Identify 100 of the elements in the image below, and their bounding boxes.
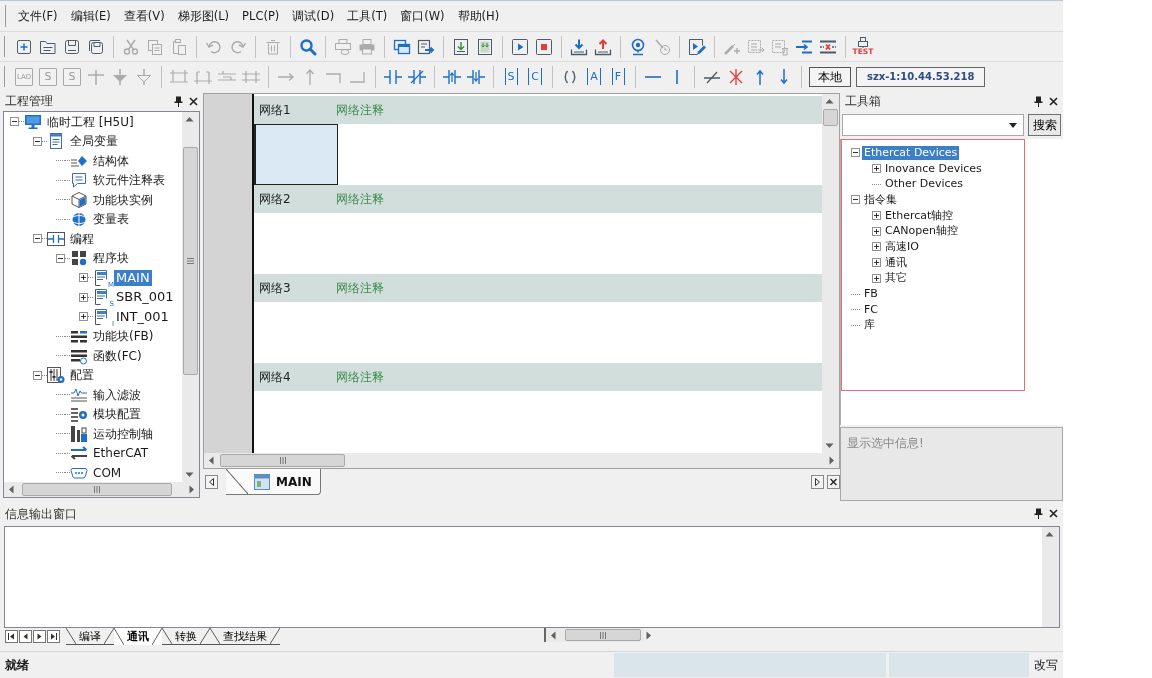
scrollbar-thumb[interactable] — [183, 147, 198, 375]
plus-box-icon[interactable] — [79, 312, 88, 322]
tree-item[interactable]: 通讯 — [883, 255, 909, 270]
plus-box-icon[interactable] — [79, 273, 88, 283]
tree-item[interactable]: 程序块 — [91, 250, 131, 267]
tree-item[interactable]: Ethercat Devices — [862, 145, 960, 160]
vertical-scrollbar[interactable] — [822, 94, 839, 453]
output-tab[interactable]: 通讯 — [114, 628, 162, 645]
tree-item[interactable]: 编程 — [68, 230, 96, 247]
tree-item[interactable]: 指令集 — [862, 192, 899, 207]
vertical-scrollbar[interactable] — [1042, 527, 1059, 627]
search-icon[interactable] — [299, 37, 317, 56]
scrollbar-thumb[interactable] — [22, 483, 172, 496]
minus-box-icon[interactable] — [10, 117, 19, 127]
tree-item[interactable]: SBR_001 — [114, 289, 176, 306]
close-tab-icon[interactable] — [827, 475, 840, 489]
floppy-icon[interactable] — [63, 37, 81, 56]
menu-item[interactable]: 查看(V) — [118, 7, 170, 25]
minus-box-icon[interactable] — [33, 370, 42, 380]
minus-box-icon[interactable] — [56, 253, 65, 263]
menu-item[interactable]: 工具(T) — [342, 7, 393, 25]
minus-box-icon[interactable] — [851, 195, 860, 205]
minus-box-icon[interactable] — [33, 136, 42, 146]
previous-icon[interactable] — [19, 630, 32, 643]
first-page-icon[interactable] — [5, 630, 18, 643]
window-arrow-icon[interactable] — [417, 37, 435, 56]
stop-icon[interactable] — [535, 37, 553, 56]
plus-box-icon[interactable] — [872, 273, 881, 283]
plus-box-icon[interactable] — [872, 258, 881, 268]
tree-item[interactable]: 变量表 — [91, 211, 131, 228]
tree-item[interactable]: Ethercat轴控 — [883, 208, 956, 223]
tree-item[interactable]: FC — [862, 302, 880, 317]
instruction-button[interactable]: C — [528, 68, 542, 85]
horizontal-scrollbar[interactable] — [204, 453, 839, 468]
new-file-icon[interactable] — [15, 37, 33, 56]
toolbox-search-field[interactable] — [842, 114, 1025, 136]
download-icon[interactable] — [570, 37, 588, 56]
upload-icon[interactable] — [594, 37, 612, 56]
menu-item[interactable]: 窗口(W) — [395, 7, 450, 25]
play-pencil-icon[interactable] — [688, 37, 706, 56]
plus-box-icon[interactable] — [872, 164, 881, 174]
tree-item[interactable]: 软元件注释表 — [91, 172, 167, 189]
tree-item[interactable]: 运动控制轴 — [91, 425, 155, 442]
pin-icon[interactable] — [174, 95, 183, 107]
tree-item[interactable]: 高速IO — [883, 239, 921, 254]
menu-item[interactable]: PLC(P) — [237, 7, 285, 25]
tree-item[interactable]: 临时工程 [H5U] — [45, 113, 136, 130]
scrollbar-thumb[interactable] — [823, 109, 838, 126]
plus-box-icon[interactable] — [872, 226, 881, 236]
plus-box-icon[interactable] — [872, 211, 881, 221]
windows-icon[interactable] — [393, 37, 411, 56]
menu-item[interactable]: 编辑(E) — [65, 7, 116, 25]
tree-item[interactable]: Inovance Devices — [883, 161, 984, 176]
tree-item[interactable]: FB — [862, 287, 880, 302]
tree-item[interactable]: Other Devices — [883, 177, 966, 192]
floppy-stack-icon[interactable] — [87, 37, 105, 56]
document-grid-icon[interactable] — [476, 37, 494, 56]
tree-item[interactable]: COM — [91, 464, 124, 481]
tree-item[interactable]: 库 — [862, 318, 877, 333]
next-icon[interactable] — [33, 630, 46, 643]
menu-item[interactable]: 帮助(H) — [452, 7, 505, 25]
output-tab[interactable]: 查找结果 — [210, 628, 280, 645]
x-mark-icon[interactable] — [727, 67, 745, 86]
tree-item[interactable]: INT_001 — [114, 308, 171, 325]
tab-scroll-right-icon[interactable] — [811, 475, 824, 489]
document-download-icon[interactable] — [452, 37, 470, 56]
plus-box-icon[interactable] — [79, 292, 88, 302]
output-tab[interactable]: 转换 — [162, 628, 210, 645]
horizontal-scrollbar[interactable] — [4, 482, 199, 497]
contact-icon[interactable] — [384, 67, 402, 86]
pin-icon[interactable] — [1034, 508, 1043, 519]
tree-item[interactable]: EtherCAT — [91, 445, 151, 462]
tree-item[interactable]: 全局变量 — [68, 133, 120, 150]
minus-box-icon[interactable] — [851, 148, 860, 158]
scrollbar-thumb[interactable] — [565, 629, 641, 641]
cursor-cell[interactable] — [254, 124, 338, 185]
output-tab[interactable]: 编译 — [66, 628, 114, 645]
tree-item[interactable]: 功能块实例 — [91, 191, 155, 208]
tree-item[interactable]: MAIN — [114, 269, 152, 286]
instruction-button[interactable]: A — [587, 68, 601, 85]
instruction-button[interactable]: S — [504, 68, 518, 85]
close-icon[interactable] — [189, 96, 198, 106]
tree-item[interactable]: 模块配置 — [91, 406, 143, 423]
vertical-scrollbar[interactable] — [182, 112, 199, 482]
local-mode-button[interactable]: 本地 — [809, 66, 851, 87]
rising-edge-contact-icon[interactable] — [443, 67, 461, 86]
tree-item[interactable]: 功能块(FB) — [91, 328, 156, 345]
pin-icon[interactable] — [1034, 95, 1043, 107]
scrollbar-thumb[interactable] — [220, 454, 345, 467]
tab-scroll-left-icon[interactable] — [205, 475, 218, 489]
play-icon[interactable] — [511, 37, 529, 56]
minus-box-icon[interactable] — [33, 234, 42, 244]
instruction-button[interactable]: F — [611, 68, 625, 85]
plc-address-field[interactable]: szx-1:10.44.53.218 — [856, 66, 986, 87]
menu-item[interactable]: 文件(F) — [13, 7, 63, 25]
negated-contact-icon[interactable] — [408, 67, 426, 86]
menu-item[interactable]: 梯形图(L) — [172, 7, 235, 25]
tree-item[interactable]: 结构体 — [91, 152, 131, 169]
falling-edge-contact-icon[interactable] — [467, 67, 485, 86]
tree-item[interactable]: 其它 — [883, 271, 909, 286]
